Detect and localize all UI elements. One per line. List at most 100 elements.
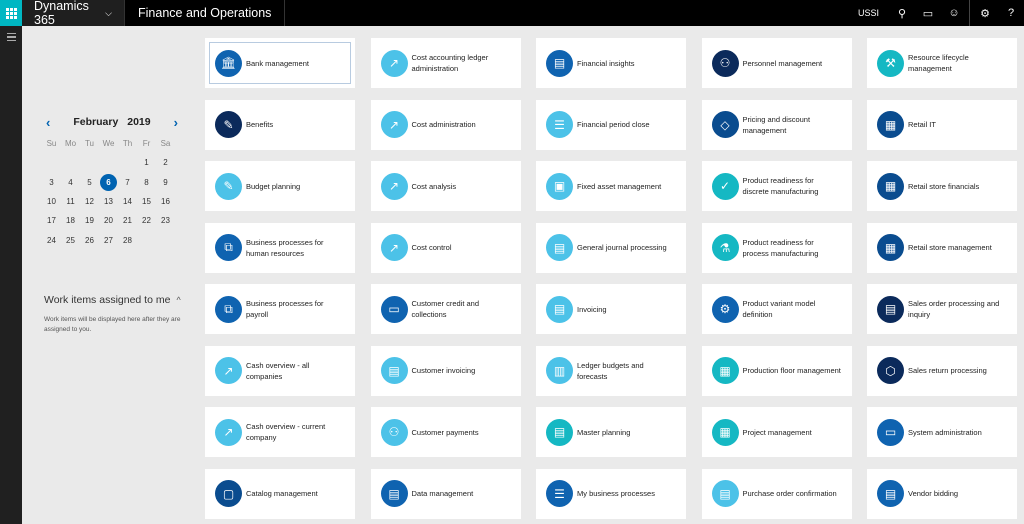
tile-financial-period-close[interactable]: ☰ Financial period close <box>536 99 686 150</box>
calendar-day-selected[interactable]: 6 <box>99 173 118 192</box>
calendar-day[interactable]: 4 <box>61 173 80 192</box>
calendar-day[interactable]: 13 <box>99 192 118 211</box>
tile-cash-overview-current-company[interactable]: ↗ Cash overview - current company <box>205 407 355 457</box>
help-icon[interactable]: ? <box>998 0 1024 26</box>
tile-system-administration[interactable]: ▭ System administration <box>867 407 1017 457</box>
tile-master-planning[interactable]: ▤ Master planning <box>536 407 686 457</box>
calendar-day[interactable]: 11 <box>61 192 80 211</box>
brand-label: Dynamics 365 <box>34 0 89 27</box>
calendar-day[interactable]: 2 <box>156 153 175 172</box>
calendar-day[interactable]: 20 <box>99 211 118 230</box>
search-icon[interactable]: ⚲ <box>889 0 915 26</box>
hamburger-menu-icon[interactable] <box>0 26 22 48</box>
calendar-day[interactable]: 19 <box>80 211 99 230</box>
tile-customer-invoicing[interactable]: ▤ Customer invoicing <box>370 345 521 396</box>
calendar-day[interactable]: 18 <box>61 211 80 230</box>
previous-month-button[interactable]: ‹ <box>46 115 50 130</box>
tile-product-readiness-for-discrete-manufacturing[interactable]: ✓ Product readiness for discrete manufact… <box>701 161 852 211</box>
resource-lifecycle-management-icon: ⚒ <box>877 49 904 77</box>
app-launcher-button[interactable] <box>0 0 22 26</box>
calendar-grid: Su Mo Tu We Th Fr Sa 1 2 3 4 5 6 7 8 9 10 11 12 13 14 15 16 17 1… <box>42 134 182 250</box>
calendar-year[interactable]: 2019 <box>127 116 150 128</box>
gear-icon[interactable]: ⚙ <box>972 0 998 26</box>
tile-financial-insights[interactable]: ▤ Financial insights <box>536 38 686 88</box>
empty-day-cell <box>42 153 61 172</box>
purchase-order-confirmation-icon: ▤ <box>711 480 739 507</box>
tile-invoicing[interactable]: ▤ Invoicing <box>536 284 686 334</box>
weekday-label: Sa <box>160 139 171 149</box>
tile-product-readiness-for-process-manufacturing[interactable]: ⚗ Product readiness for process manufactu… <box>701 222 852 273</box>
calendar-day[interactable]: 9 <box>156 173 175 192</box>
tile-resource-lifecycle-management[interactable]: ⚒ Resource lifecycle management <box>867 38 1017 88</box>
calendar-day[interactable]: 26 <box>80 230 99 249</box>
tile-customer-credit-and-collections[interactable]: ▭ Customer credit and collections <box>370 284 521 334</box>
calendar-day[interactable]: 14 <box>118 192 137 211</box>
tile-cost-analysis[interactable]: ↗ Cost analysis <box>370 161 521 211</box>
feedback-icon[interactable]: ☺ <box>941 0 967 26</box>
calendar-day[interactable]: 7 <box>118 173 137 192</box>
tile-vendor-bidding[interactable]: ▤ Vendor bidding <box>867 468 1017 519</box>
tile-sales-order-processing-and-inquiry[interactable]: ▤ Sales order processing and inquiry <box>867 284 1017 334</box>
tile-label: Cost control <box>411 243 452 252</box>
tile-cost-administration[interactable]: ↗ Cost administration <box>370 99 521 150</box>
calendar-day[interactable]: 8 <box>137 173 156 192</box>
customer-payments-icon: ⚇ <box>380 418 408 446</box>
tile-budget-planning[interactable]: ✎ Budget planning <box>205 161 355 211</box>
calendar-day[interactable]: 3 <box>42 173 61 192</box>
catalog-management-icon: ▢ <box>215 480 242 507</box>
tile-personnel-management[interactable]: ⚇ Personnel management <box>701 38 852 88</box>
dynamics-365-menu[interactable]: Dynamics 365 ⌵ <box>22 0 125 27</box>
tile-label: Retail IT <box>908 120 936 129</box>
calendar-month[interactable]: February <box>73 116 118 128</box>
tile-benefits[interactable]: ✎ Benefits <box>205 99 355 150</box>
company-picker[interactable]: USSI <box>848 8 889 18</box>
calendar-day[interactable]: 16 <box>156 192 175 211</box>
calendar-day[interactable]: 10 <box>42 192 61 211</box>
tile-retail-it[interactable]: ▦ Retail IT <box>867 99 1017 150</box>
tile-cash-overview-all-companies[interactable]: ↗ Cash overview - all companies <box>205 345 355 396</box>
calendar-day[interactable]: 22 <box>137 211 156 230</box>
tile-business-processes-for-payroll[interactable]: ⧉ Business processes for payroll <box>205 284 355 334</box>
tile-my-business-processes[interactable]: ☰ My business processes <box>536 468 686 519</box>
calendar-day[interactable]: 28 <box>118 230 137 249</box>
tile-cost-accounting-ledger-administration[interactable]: ↗ Cost accounting ledger administration <box>370 38 521 88</box>
tile-production-floor-management[interactable]: ▦ Production floor management <box>701 345 852 396</box>
tile-label: General journal processing <box>577 243 667 252</box>
calendar-day[interactable]: 27 <box>99 230 118 249</box>
tile-cost-control[interactable]: ↗ Cost control <box>370 222 521 273</box>
app-name: Finance and Operations <box>125 0 286 26</box>
calendar-day[interactable]: 23 <box>156 211 175 230</box>
tile-purchase-order-confirmation[interactable]: ▤ Purchase order confirmation <box>701 468 852 519</box>
tile-data-management[interactable]: ▤ Data management <box>370 468 521 519</box>
business-processes-for-human-resources-icon: ⧉ <box>215 234 242 261</box>
tile-project-management[interactable]: ▦ Project management <box>701 407 852 457</box>
calendar-day[interactable]: 24 <box>42 230 61 249</box>
calendar-day[interactable]: 17 <box>42 211 61 230</box>
tile-ledger-budgets-and-forecasts[interactable]: ▥ Ledger budgets and forecasts <box>536 345 686 396</box>
calendar-day[interactable]: 25 <box>61 230 80 249</box>
messages-icon[interactable]: ▭ <box>915 0 941 26</box>
tile-customer-payments[interactable]: ⚇ Customer payments <box>370 407 521 457</box>
tile-sales-return-processing[interactable]: ⬡ Sales return processing <box>867 345 1017 396</box>
tile-business-processes-for-human-resources[interactable]: ⧉ Business processes for human resources <box>205 222 355 273</box>
next-month-button[interactable]: › <box>174 115 178 130</box>
tile-retail-store-management[interactable]: ▦ Retail store management <box>867 222 1017 273</box>
tile-fixed-asset-management[interactable]: ▣ Fixed asset management <box>536 161 686 211</box>
tile-general-journal-processing[interactable]: ▤ General journal processing <box>536 222 686 273</box>
calendar-day[interactable]: 21 <box>118 211 137 230</box>
calendar-day[interactable]: 12 <box>80 192 99 211</box>
tile-label: Cost administration <box>411 120 476 129</box>
tile-label: Bank management <box>246 58 309 68</box>
tile-product-variant-model-definition[interactable]: ⚙ Product variant model definition <box>701 284 852 334</box>
retail-it-icon: ▦ <box>877 111 904 138</box>
chevron-up-icon[interactable]: ^ <box>176 295 180 305</box>
calendar-day[interactable]: 5 <box>80 173 99 192</box>
tile-catalog-management[interactable]: ▢ Catalog management <box>205 468 355 519</box>
calendar-day[interactable]: 1 <box>137 153 156 172</box>
tile-bank-management[interactable]: 🏛 Bank management <box>205 38 355 88</box>
calendar-day[interactable]: 15 <box>137 192 156 211</box>
tile-retail-store-financials[interactable]: ▦ Retail store financials <box>867 161 1017 211</box>
weekday-label: We <box>102 139 115 149</box>
tile-label: My business processes <box>577 489 655 498</box>
tile-pricing-and-discount-management[interactable]: ◇ Pricing and discount management <box>701 99 852 150</box>
